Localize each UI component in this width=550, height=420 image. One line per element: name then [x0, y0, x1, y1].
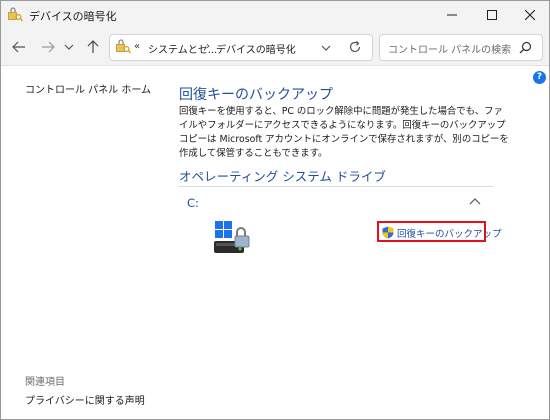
window-title: デバイスの暗号化 [29, 10, 117, 23]
navigation-bar: « システムとセ... › デバイスの暗号化 コントロール パネルの検索 [1, 29, 549, 66]
arrow-right-icon [42, 41, 55, 53]
uac-shield-icon [382, 226, 394, 239]
search-icon[interactable] [519, 41, 532, 54]
drive-label: C: [187, 196, 199, 210]
address-bar[interactable]: « システムとセ... › デバイスの暗号化 [109, 34, 373, 61]
refresh-icon[interactable] [348, 40, 362, 54]
related-items-heading: 関連項目 [25, 377, 65, 388]
bitlocker-key-icon [116, 39, 131, 54]
search-placeholder[interactable]: コントロール パネルの検索 [388, 41, 511, 56]
backup-recovery-key-button[interactable]: 回復キーのバックアップ [377, 221, 502, 242]
maximize-icon [487, 10, 497, 20]
arrow-left-icon [12, 41, 25, 53]
control-panel-home-link[interactable]: コントロール パネル ホーム [25, 81, 151, 96]
minimize-icon [447, 14, 457, 16]
backup-recovery-key-label: 回復キーのバックアップ [397, 229, 502, 240]
section-title: オペレーティング システム ドライブ [179, 169, 386, 184]
breadcrumb-device-encryption[interactable]: デバイスの暗号化 [216, 41, 296, 56]
windows-drive-lock-icon [214, 221, 250, 253]
breadcrumb-overflow[interactable]: « [134, 41, 140, 52]
up-button[interactable] [83, 37, 103, 57]
search-box[interactable]: コントロール パネルの検索 [379, 34, 543, 61]
title-bar: デバイスの暗号化 [1, 1, 549, 29]
recent-locations-button[interactable] [59, 37, 79, 57]
chevron-up-icon[interactable] [469, 197, 481, 207]
help-button[interactable]: ? [533, 71, 546, 84]
chevron-down-icon [64, 44, 74, 50]
breadcrumb-separator[interactable]: › [206, 41, 210, 52]
app-window: デバイスの暗号化 « システムとセ... › デバイスの暗号化 コントロール パ… [0, 0, 550, 420]
section-divider [179, 186, 493, 187]
back-button[interactable] [9, 37, 29, 57]
chevron-down-icon[interactable] [320, 42, 332, 54]
page-description: 回復キーを使用すると、PC のロック解除中に問題が発生した場合でも、ファイルやフ… [179, 106, 509, 159]
minimize-button[interactable] [433, 1, 471, 29]
bitlocker-key-icon [8, 7, 23, 22]
close-button[interactable] [511, 1, 549, 29]
page-title: 回復キーのバックアップ [179, 87, 333, 103]
close-icon [525, 10, 535, 20]
arrow-up-icon [87, 40, 99, 53]
maximize-button[interactable] [473, 1, 511, 29]
privacy-statement-link[interactable]: プライバシーに関する声明 [25, 392, 145, 407]
forward-button[interactable] [38, 37, 58, 57]
